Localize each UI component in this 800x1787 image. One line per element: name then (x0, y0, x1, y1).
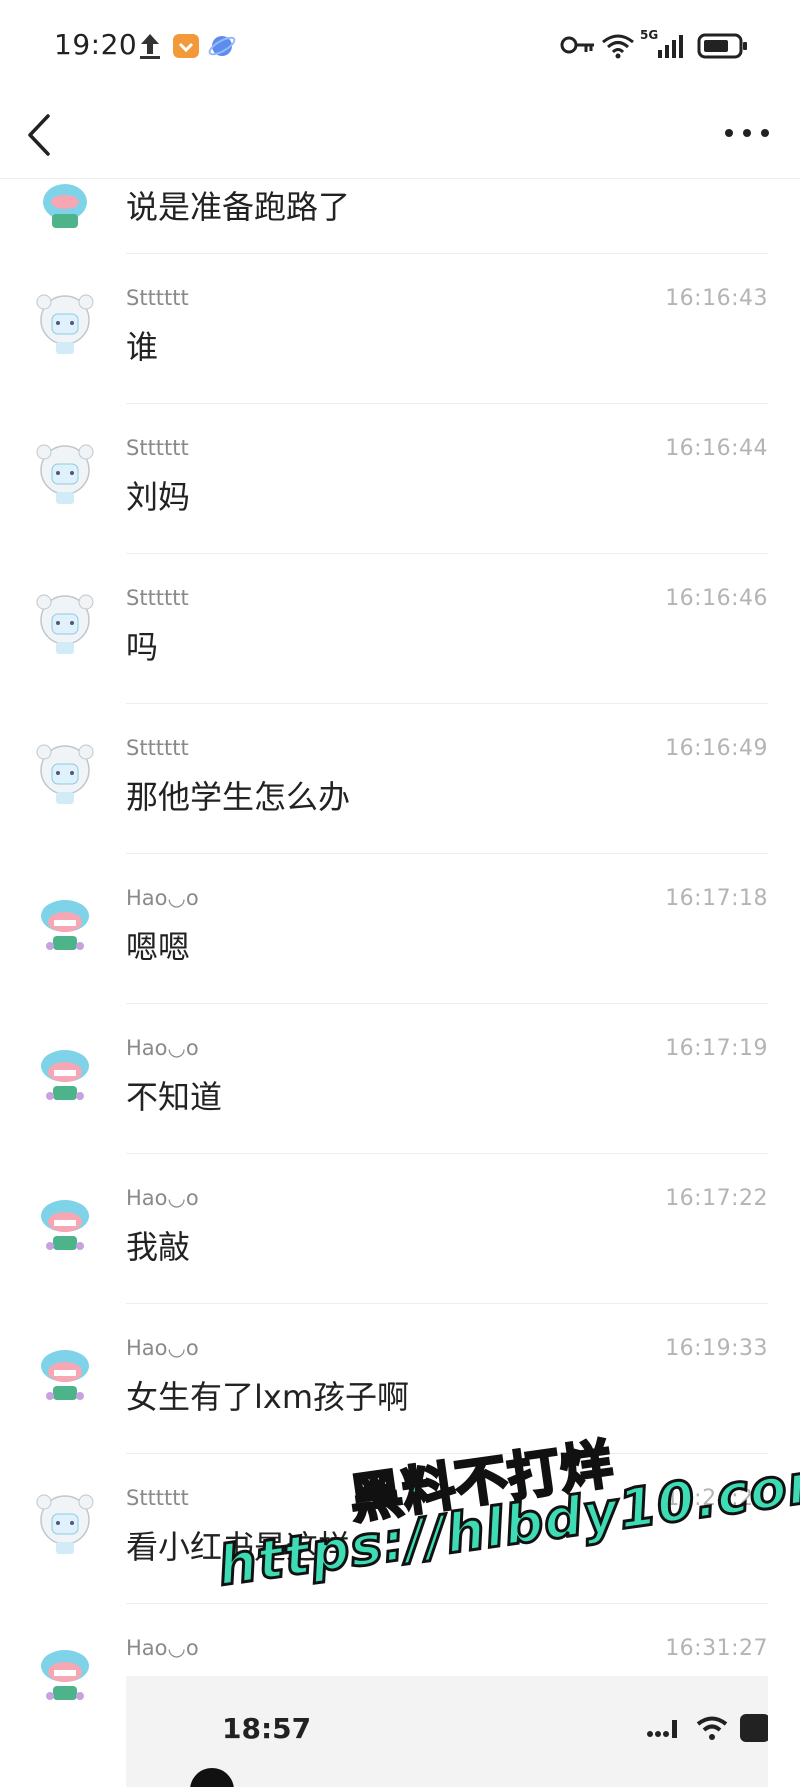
status-time: 19:20 (54, 28, 138, 61)
message-text: 吗 (126, 628, 159, 666)
message-row: Hao◡o 16:17:22 我敲 (0, 1154, 800, 1304)
blue-character-avatar-icon[interactable] (28, 1184, 102, 1258)
sender-name: Stttttt (126, 586, 189, 610)
sender-name: Stttttt (126, 736, 189, 760)
sender-name: Hao◡o (126, 1636, 199, 1660)
message-timestamp: 16:17:22 (665, 1186, 768, 1211)
message-timestamp: 16:17:18 (665, 886, 768, 911)
sender-name: Hao◡o (126, 1336, 199, 1360)
message-timestamp: 16:16:46 (665, 586, 768, 611)
back-button[interactable] (20, 110, 60, 160)
more-button[interactable] (720, 118, 774, 148)
message-timestamp: 16:19:33 (665, 1336, 768, 1361)
upload-icon (140, 34, 160, 59)
message-timestamp: 16:17:19 (665, 1036, 768, 1061)
message-timestamp: 16:31:27 (665, 1636, 768, 1661)
preview-time: 18:57 (222, 1712, 312, 1745)
message-row: Stttttt 16:16:44 刘妈 (0, 404, 800, 554)
message-text: 那他学生怎么办 (126, 778, 351, 816)
message-timestamp: 16:24:21 (665, 1486, 768, 1511)
message-row: Stttttt 16:16:46 吗 (0, 554, 800, 704)
message-timestamp: 16:16:49 (665, 736, 768, 761)
message-text: 看小红书是这样 (126, 1528, 351, 1566)
message-timestamp: 16:16:44 (665, 436, 768, 461)
bear-avatar-icon[interactable] (28, 434, 102, 508)
wifi-icon (696, 1716, 728, 1740)
message-row: Stttttt 16:24:21 看小红书是这样 (0, 1454, 800, 1604)
blue-character-avatar-icon[interactable] (28, 884, 102, 958)
message-text: 女生有了lxm孩子啊 (126, 1378, 410, 1416)
sender-name: Hao◡o (126, 886, 199, 910)
message-text: 刘妈 (126, 478, 191, 516)
chat-header-bg (0, 92, 800, 179)
bear-avatar-icon[interactable] (28, 734, 102, 808)
bear-avatar-icon[interactable] (28, 1484, 102, 1558)
sender-name: Stttttt (126, 286, 189, 310)
message-text: 我敲 (126, 1228, 191, 1266)
message-text: 说是准备跑路了 (126, 188, 351, 226)
sender-name: Hao◡o (126, 1186, 199, 1210)
status-bar: 19:20 5G (0, 0, 800, 92)
message-text: 谁 (126, 328, 159, 366)
message-row: Stttttt 16:16:49 那他学生怎么办 (0, 704, 800, 854)
app-notification-icon (173, 34, 199, 58)
message-row: Hao◡o 16:17:19 不知道 (0, 1004, 800, 1154)
browser-icon (208, 36, 236, 56)
sender-name: Stttttt (126, 1486, 189, 1510)
bear-avatar-icon[interactable] (28, 584, 102, 658)
message-row: Hao◡o 16:19:33 女生有了lxm孩子啊 (0, 1304, 800, 1454)
image-message-preview[interactable]: 18:57 (126, 1676, 768, 1787)
message-row: Stttttt 16:16:43 谁 (0, 254, 800, 404)
bear-avatar-icon[interactable] (28, 284, 102, 358)
message-text: 不知道 (126, 1078, 223, 1116)
signal-icon (658, 35, 683, 58)
wifi-icon (602, 34, 634, 59)
sender-name: Hao◡o (126, 1036, 199, 1060)
battery-icon (697, 33, 747, 59)
key-icon (560, 36, 594, 54)
battery-icon (740, 1714, 768, 1742)
message-text: 嗯嗯 (126, 928, 191, 966)
sender-name: Stttttt (126, 436, 189, 460)
blue-character-avatar-icon[interactable] (28, 1634, 102, 1708)
signal-dots-icon (647, 1720, 677, 1738)
blue-character-avatar-icon[interactable] (28, 1034, 102, 1108)
blue-character-avatar-icon[interactable] (28, 1334, 102, 1408)
avatar (190, 1768, 234, 1787)
message-row: Hao◡o 16:17:18 嗯嗯 (0, 854, 800, 1004)
message-timestamp: 16:16:43 (665, 286, 768, 311)
